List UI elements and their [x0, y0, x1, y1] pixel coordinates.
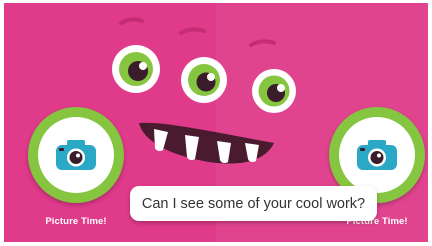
monster-mouth	[139, 122, 274, 164]
prompt-bubble: Can I see some of your cool work?	[130, 186, 377, 221]
eye-middle	[181, 57, 227, 103]
picture-label-left: Picture Time!	[45, 216, 107, 227]
camera-icon	[56, 140, 96, 170]
picture-button-left[interactable]	[28, 107, 124, 203]
prompt-text: Can I see some of your cool work?	[141, 195, 366, 212]
eye-left	[112, 45, 160, 93]
eyebrow-left	[119, 17, 144, 25]
eyebrow-right	[249, 39, 276, 47]
eyebrow-middle	[179, 27, 206, 35]
camera-icon	[357, 140, 397, 170]
monster-screen: Picture Time! Picture Time! Can I see so…	[4, 3, 428, 242]
picture-button-left-face	[38, 117, 114, 193]
picture-button-right-face	[339, 117, 415, 193]
eye-right	[252, 69, 296, 113]
